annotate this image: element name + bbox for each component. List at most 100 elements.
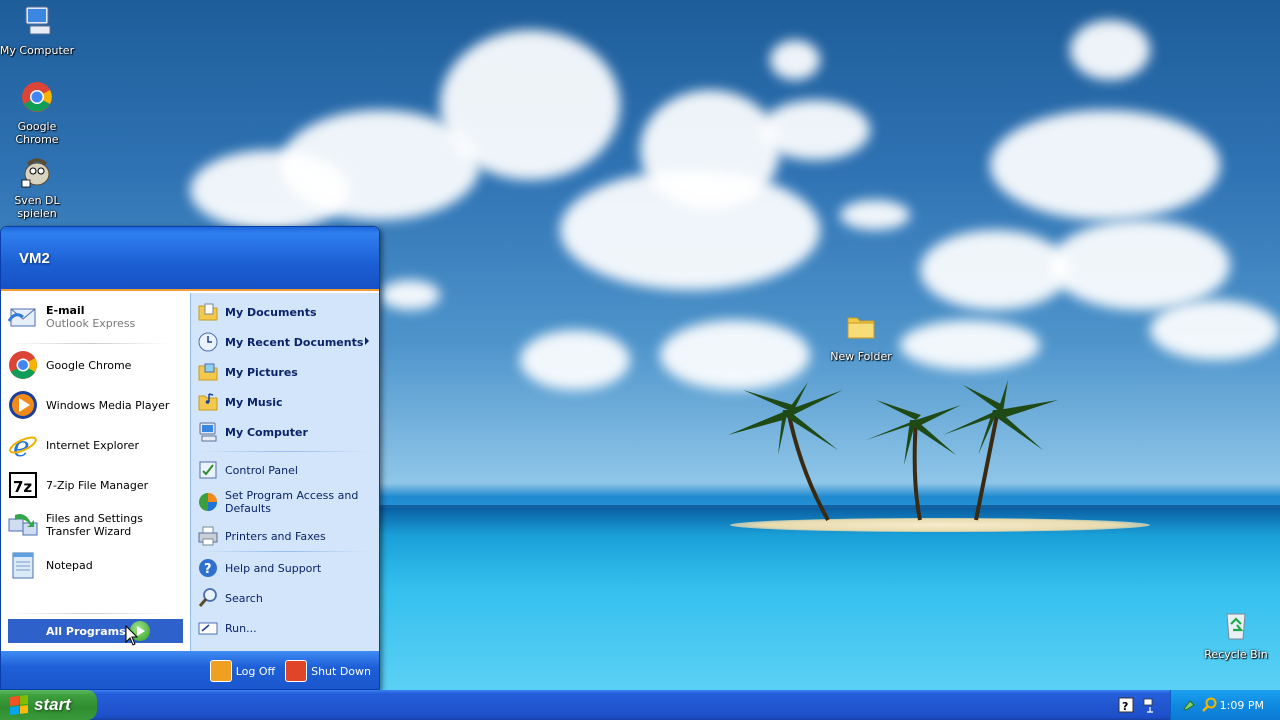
sven-icon [21, 158, 50, 188]
run-icon [198, 622, 218, 635]
wallpaper-cloud [1150, 300, 1280, 360]
desktop-icon-chrome[interactable]: Google Chrome [0, 80, 75, 146]
start-label: start [34, 695, 71, 714]
shut-down-label: Shut Down [311, 664, 371, 678]
help-tray-icon[interactable]: ? [1118, 697, 1134, 713]
svg-text:e: e [13, 430, 30, 461]
start-place-my-documents[interactable]: My Documents [197, 301, 375, 323]
start-item-7zip[interactable]: 7z 7-Zip File Manager [7, 469, 187, 501]
start-item-chrome[interactable]: Google Chrome [7, 349, 187, 381]
transfer-wizard-icon [8, 514, 38, 536]
start-setting-label: Printers and Faxes [225, 529, 326, 543]
power-icon [285, 660, 308, 682]
search-tray-icon[interactable] [1201, 697, 1217, 713]
chrome-icon [9, 351, 37, 379]
windows-logo-icon [10, 695, 28, 715]
recycle-bin-icon [1226, 613, 1246, 640]
start-item-label: Google Chrome [46, 358, 132, 372]
desktop-icon-sven[interactable]: Sven DL spielen [0, 154, 75, 220]
7zip-icon: 7z [9, 472, 37, 498]
start-help-support[interactable]: ? Help and Support [197, 557, 375, 579]
start-help-label: Help and Support [225, 561, 322, 575]
start-menu: VM2 E-mail Outlook Express Google Chrome… [0, 226, 380, 690]
start-help-search[interactable]: Search [197, 587, 375, 609]
start-place-label: My Music [225, 395, 283, 409]
log-off-button[interactable]: Log Off [209, 660, 276, 682]
svg-text:?: ? [204, 562, 212, 577]
desktop-icon-label: Google Chrome [15, 120, 59, 146]
desktop-icon-recycle-bin[interactable]: Recycle Bin [1198, 608, 1274, 661]
all-programs-label: All Programs [46, 624, 126, 638]
start-setting-label: Control Panel [225, 463, 298, 477]
all-programs-button[interactable]: All Programs [8, 619, 183, 643]
divider [9, 613, 169, 614]
start-item-label: Internet Explorer [46, 438, 139, 452]
start-item-transfer-wizard[interactable]: Files and Settings Transfer Wizard [7, 509, 187, 541]
wallpaper-cloud [770, 40, 820, 80]
log-off-icon [209, 660, 232, 682]
mouse-cursor-icon [125, 625, 139, 646]
user-name: VM2 [19, 249, 50, 267]
start-item-label: Windows Media Player [46, 398, 170, 412]
search-icon [198, 588, 217, 607]
start-menu-footer: Log Off Shut Down [1, 651, 379, 689]
start-item-ie[interactable]: e Internet Explorer [7, 429, 187, 461]
start-help-label: Search [225, 591, 263, 605]
network-tray-icon[interactable] [1142, 697, 1158, 713]
wallpaper-cloud [520, 330, 630, 390]
start-item-email-label: E-mail [46, 304, 85, 317]
shut-down-button[interactable]: Shut Down [285, 660, 371, 682]
start-place-recent-documents[interactable]: My Recent Documents [197, 331, 375, 353]
desktop-icon-label: Sven DL spielen [14, 194, 60, 220]
clock[interactable]: 1:09 PM [1220, 699, 1264, 712]
folder-music-icon [198, 393, 218, 411]
start-place-my-pictures[interactable]: My Pictures [197, 361, 375, 383]
svg-text:?: ? [1122, 700, 1128, 713]
start-button[interactable]: start [0, 690, 97, 720]
divider [199, 451, 369, 452]
start-item-label: Notepad [46, 558, 93, 572]
start-help-run[interactable]: Run... [197, 617, 375, 639]
log-off-label: Log Off [235, 664, 276, 678]
start-item-media-player[interactable]: Windows Media Player [7, 389, 187, 421]
palm-trees-image [728, 380, 1058, 521]
svg-text:7z: 7z [13, 478, 32, 496]
desktop-icon-label: New Folder [830, 350, 892, 363]
divider [9, 343, 169, 344]
submenu-arrow-icon [365, 337, 369, 345]
start-setting-program-access[interactable]: Set Program Access and Defaults [197, 489, 375, 515]
start-menu-left-pane: E-mail Outlook Express Google Chrome Win… [1, 293, 190, 651]
folder-docs-icon [198, 303, 218, 321]
start-place-my-music[interactable]: My Music [197, 391, 375, 413]
start-place-label: My Recent Documents [225, 335, 364, 349]
printer-icon [198, 526, 218, 546]
wallpaper-cloud [990, 110, 1220, 220]
divider [199, 551, 369, 552]
start-item-label: 7-Zip File Manager [46, 478, 149, 492]
start-menu-header: VM2 [1, 227, 379, 291]
start-item-notepad[interactable]: Notepad [7, 549, 187, 581]
start-place-my-computer[interactable]: My Computer [197, 421, 375, 443]
start-setting-control-panel[interactable]: Control Panel [197, 459, 375, 481]
start-setting-printers[interactable]: Printers and Faxes [197, 525, 375, 547]
start-help-label: Run... [225, 621, 257, 635]
wallpaper-cloud [1070, 20, 1150, 80]
wallpaper-cloud [640, 90, 780, 210]
start-item-email[interactable]: E-mail Outlook Express [7, 301, 187, 333]
chrome-icon [22, 82, 52, 112]
help-icon: ? [199, 559, 217, 577]
my-computer-icon [25, 6, 51, 35]
start-item-email-sub: Outlook Express [46, 317, 136, 330]
folder-icon [847, 317, 875, 339]
desktop-icon-my-computer[interactable]: My Computer [0, 4, 75, 57]
program-access-icon [199, 493, 217, 511]
wallpaper-cloud [900, 320, 1040, 370]
desktop-icon-label: Recycle Bin [1204, 648, 1268, 661]
wallpaper-cloud [440, 30, 620, 180]
wallpaper-cloud [920, 230, 1070, 310]
wallpaper-cloud [1050, 220, 1230, 310]
desktop-icon-new-folder[interactable]: New Folder [823, 310, 899, 363]
desktop-icon-label: My Computer [0, 44, 75, 57]
safely-remove-hardware-icon[interactable] [1181, 697, 1197, 713]
email-icon [7, 308, 36, 327]
